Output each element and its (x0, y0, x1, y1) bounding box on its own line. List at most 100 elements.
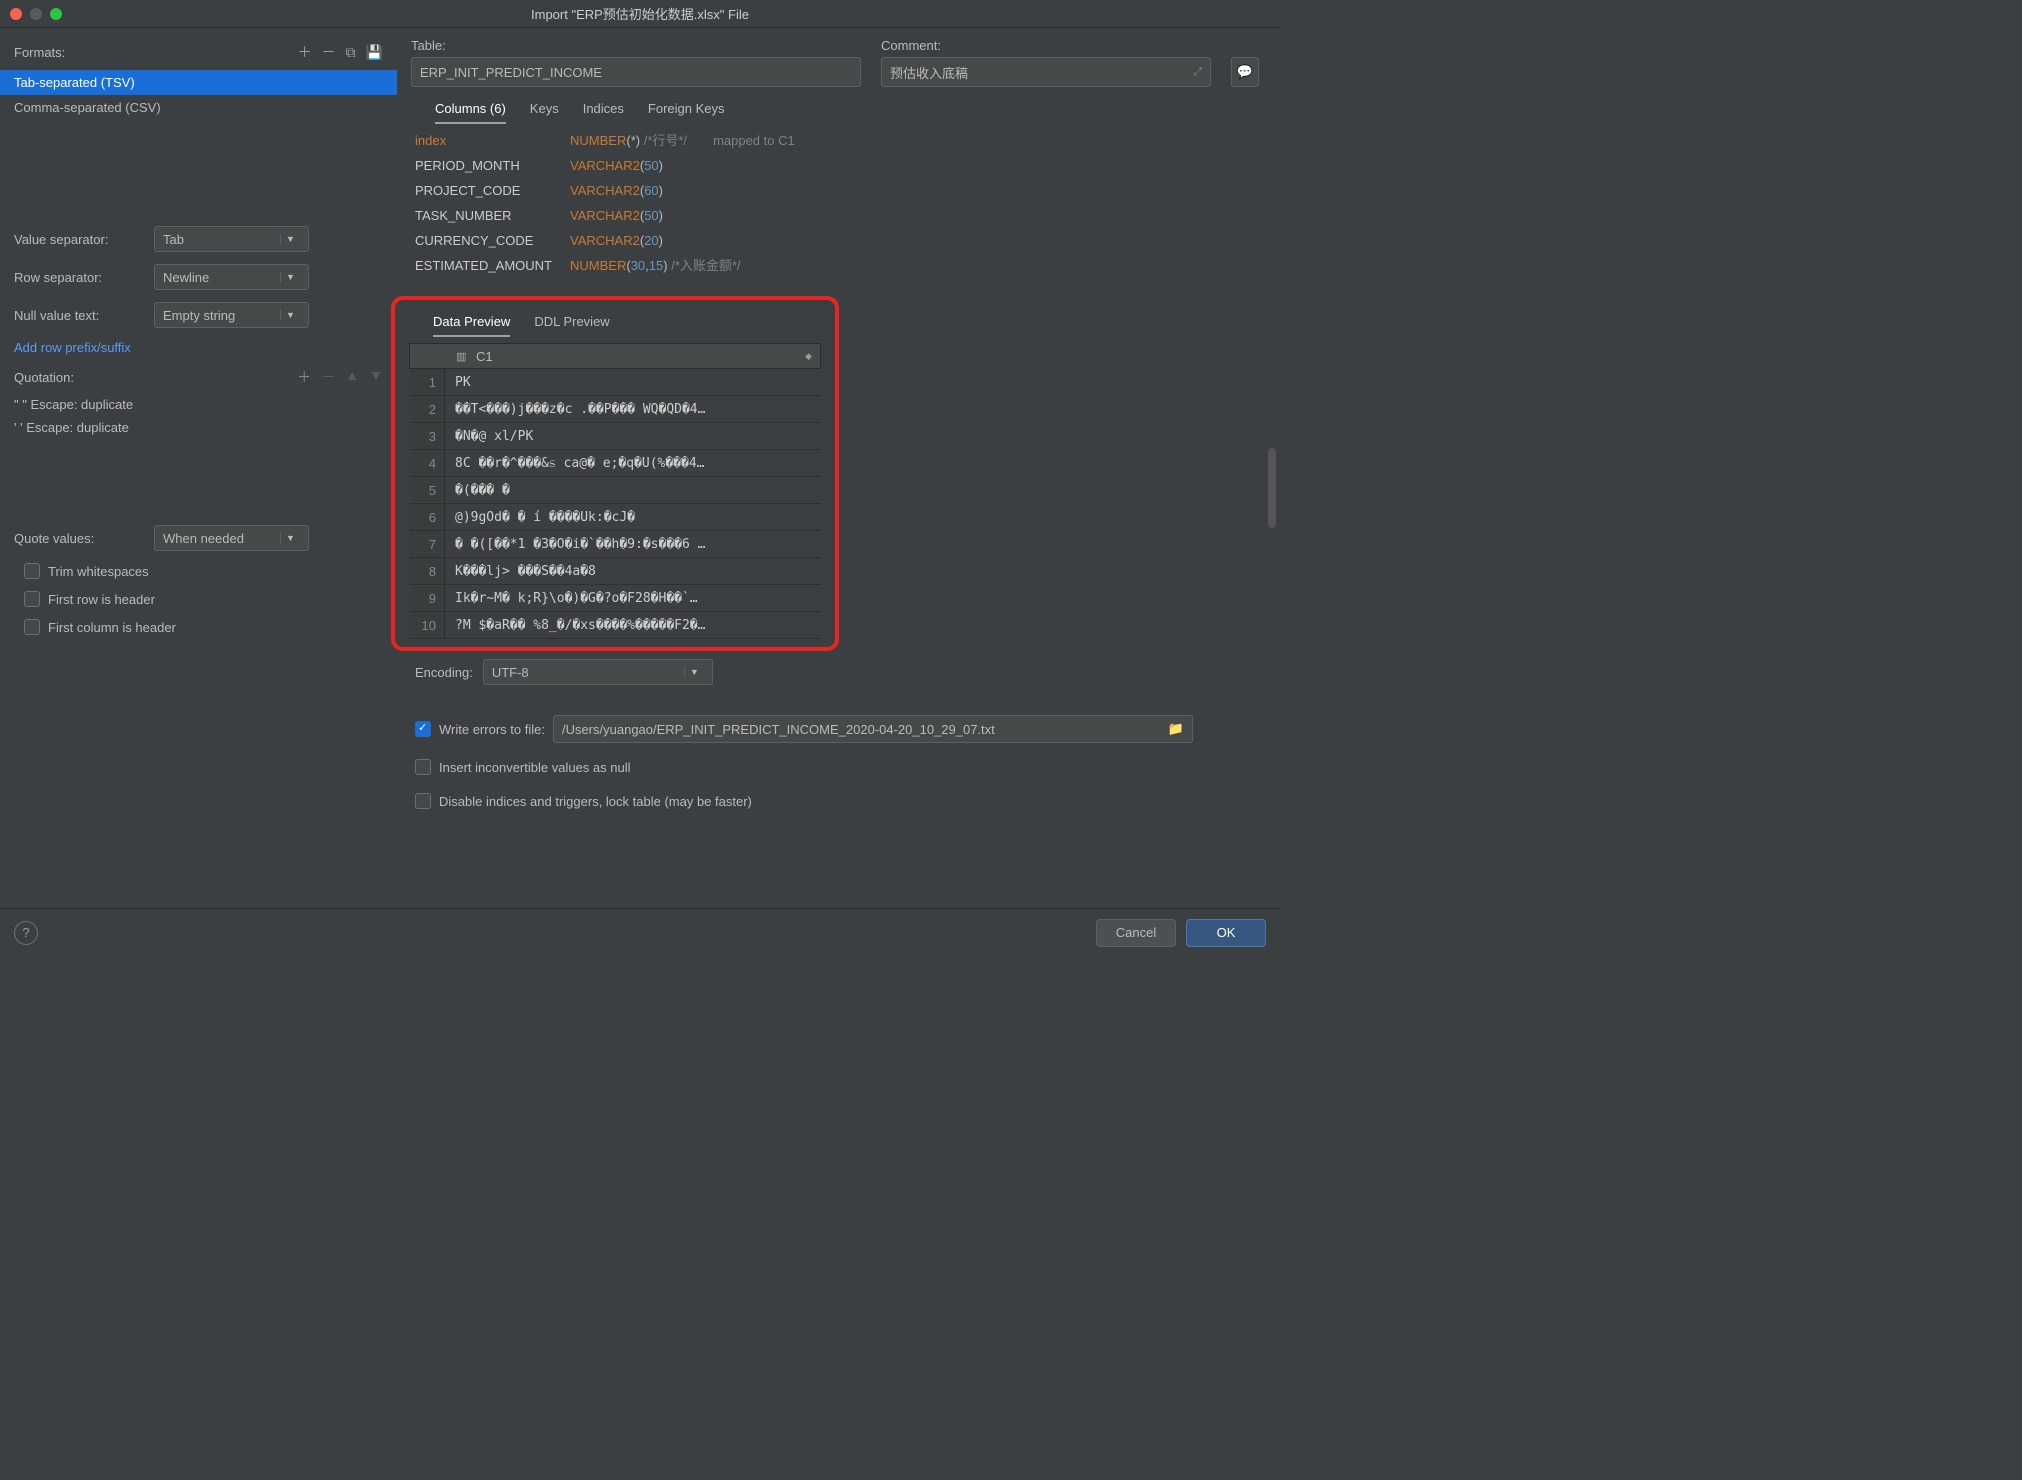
quote-values-select[interactable]: When needed ▼ (154, 525, 309, 551)
chevron-down-icon: ▼ (280, 310, 300, 320)
cell-value: @)9gOd� � í ����Uk:�cJ� (445, 510, 821, 525)
column-comment: /*入账金额*/ (668, 258, 741, 273)
cancel-button[interactable]: Cancel (1096, 919, 1176, 947)
column-icon: ▥ (456, 350, 470, 363)
preview-table: ▥ C1 ◆ 1PK2��T<���)j���z�c .��P��� WQ�QD… (409, 343, 821, 639)
quotation-item[interactable]: " " Escape: duplicate (0, 393, 397, 416)
scrollbar-thumb[interactable] (1268, 448, 1276, 528)
row-number: 7 (409, 531, 445, 557)
column-name: PERIOD_MONTH (415, 153, 570, 178)
trim-whitespaces-checkbox[interactable] (24, 563, 40, 579)
ok-button[interactable]: OK (1186, 919, 1266, 947)
tab-data-preview[interactable]: Data Preview (433, 314, 510, 337)
null-value-select[interactable]: Empty string ▼ (154, 302, 309, 328)
column-type: VARCHAR2 (570, 208, 640, 223)
tab-keys[interactable]: Keys (530, 101, 559, 124)
table-row[interactable]: 10?M $�aR�� %8_�/�xs����%�����F2�… (409, 612, 821, 639)
first-column-header-checkbox[interactable] (24, 619, 40, 635)
move-up-icon: ▲ (345, 367, 359, 387)
comment-input[interactable]: 预估收入底稿 ⤢ (881, 57, 1211, 87)
help-button[interactable]: ? (14, 921, 38, 945)
write-errors-label: Write errors to file: (439, 722, 545, 737)
chevron-down-icon: ▼ (280, 533, 300, 543)
tab-indices[interactable]: Indices (583, 101, 624, 124)
browse-folder-icon[interactable]: 📁 (1168, 721, 1184, 737)
table-row[interactable]: 6@)9gOd� � í ����Uk:�cJ� (409, 504, 821, 531)
column-name: ESTIMATED_AMOUNT (415, 253, 570, 278)
quotation-item[interactable]: ' ' Escape: duplicate (0, 416, 397, 439)
expand-icon[interactable]: ⤢ (1193, 66, 1202, 79)
tab-ddl-preview[interactable]: DDL Preview (534, 314, 609, 337)
quote-values-label: Quote values: (14, 531, 144, 546)
columns-list: indexNUMBER(*) /*行号*/mapped to C1PERIOD_… (415, 128, 1266, 278)
dialog-footer: ? Cancel OK (0, 908, 1280, 956)
format-item-csv[interactable]: Comma-separated (CSV) (0, 95, 397, 120)
chevron-down-icon: ▼ (280, 272, 300, 282)
table-row[interactable]: 8K���lj> ���S��4a�8 (409, 558, 821, 585)
schema-tabs: Columns (6) Keys Indices Foreign Keys (435, 101, 1266, 124)
column-row[interactable]: indexNUMBER(*) /*行号*/mapped to C1 (415, 128, 1266, 153)
table-row[interactable]: 7� �([��*1 �3�O�i�`��h�9:�s���6 … (409, 531, 821, 558)
minimize-window-button[interactable] (30, 8, 42, 20)
titlebar: Import "ERP预估初始化数据.xlsx" File (0, 0, 1280, 28)
chevron-down-icon: ▼ (280, 234, 300, 244)
preview-panel: Data Preview DDL Preview ▥ C1 ◆ 1PK2��T<… (391, 296, 839, 651)
error-file-path-input[interactable]: /Users/yuangao/ERP_INIT_PREDICT_INCOME_2… (553, 715, 1193, 743)
close-window-button[interactable] (10, 8, 22, 20)
first-row-header-label: First row is header (48, 592, 155, 607)
column-row[interactable]: TASK_NUMBERVARCHAR2(50) (415, 203, 1266, 228)
formats-toolbar: ＋ － ⧉ 💾 (298, 42, 383, 62)
row-separator-select[interactable]: Newline ▼ (154, 264, 309, 290)
write-errors-checkbox[interactable] (415, 721, 431, 737)
table-row[interactable]: 1PK (409, 369, 821, 396)
sort-icon[interactable]: ◆ (805, 351, 812, 362)
disable-indices-checkbox[interactable] (415, 793, 431, 809)
add-format-icon[interactable]: ＋ (298, 42, 312, 62)
table-name-input[interactable]: ERP_INIT_PREDICT_INCOME (411, 57, 861, 87)
column-type: NUMBER (570, 258, 626, 273)
save-format-icon: 💾 (366, 44, 383, 61)
add-quotation-icon[interactable]: ＋ (297, 367, 311, 387)
move-down-icon: ▼ (369, 367, 383, 387)
chevron-down-icon: ▼ (684, 667, 704, 677)
table-row[interactable]: 3�N�@ xl/PK (409, 423, 821, 450)
cell-value: �(��� � (445, 483, 821, 498)
cell-value: K���lj> ���S��4a�8 (445, 564, 821, 579)
encoding-select[interactable]: UTF-8 ▼ (483, 659, 713, 685)
column-row[interactable]: PERIOD_MONTHVARCHAR2(50) (415, 153, 1266, 178)
first-row-header-checkbox[interactable] (24, 591, 40, 607)
quotation-label: Quotation: (14, 370, 74, 385)
cell-value: �N�@ xl/PK (445, 429, 821, 444)
add-prefix-suffix-link[interactable]: Add row prefix/suffix (0, 334, 397, 361)
column-comment: /*行号*/ (640, 133, 687, 148)
trim-whitespaces-label: Trim whitespaces (48, 564, 149, 579)
row-number: 2 (409, 396, 445, 422)
table-row[interactable]: 5 �(��� � (409, 477, 821, 504)
tab-columns[interactable]: Columns (6) (435, 101, 506, 124)
column-row[interactable]: ESTIMATED_AMOUNTNUMBER(30,15) /*入账金额*/ (415, 253, 1266, 278)
remove-format-icon[interactable]: － (322, 42, 336, 62)
zoom-window-button[interactable] (50, 8, 62, 20)
value-separator-label: Value separator: (14, 232, 144, 247)
null-value-label: Null value text: (14, 308, 144, 323)
value-separator-select[interactable]: Tab ▼ (154, 226, 309, 252)
row-number: 4 (409, 450, 445, 476)
table-row[interactable]: 9Ik�r~M� k;R}\o�)�G�?o�F28�H��`… (409, 585, 821, 612)
comment-bubble-icon[interactable]: 💬 (1231, 57, 1259, 87)
column-row[interactable]: PROJECT_CODEVARCHAR2(60) (415, 178, 1266, 203)
right-panel: Table: ERP_INIT_PREDICT_INCOME Comment: … (397, 28, 1280, 908)
tab-foreign-keys[interactable]: Foreign Keys (648, 101, 725, 124)
cell-value: ��T<���)j���z�c .��P��� WQ�QD�4… (445, 402, 821, 417)
column-row[interactable]: CURRENCY_CODEVARCHAR2(20) (415, 228, 1266, 253)
insert-null-checkbox[interactable] (415, 759, 431, 775)
copy-format-icon[interactable]: ⧉ (346, 44, 356, 61)
table-row[interactable]: 48C ��r�^���&ಽ ca@� e;�q�U(%���4… (409, 450, 821, 477)
cell-value: ?M $�aR�� %8_�/�xs����%�����F2�… (445, 618, 821, 633)
row-separator-label: Row separator: (14, 270, 144, 285)
format-item-tsv[interactable]: Tab-separated (TSV) (0, 70, 397, 95)
table-row[interactable]: 2��T<���)j���z�c .��P��� WQ�QD�4… (409, 396, 821, 423)
encoding-label: Encoding: (415, 665, 473, 680)
preview-column-header[interactable]: ▥ C1 ◆ (446, 349, 820, 364)
row-number: 8 (409, 558, 445, 584)
row-number: 1 (409, 369, 445, 395)
